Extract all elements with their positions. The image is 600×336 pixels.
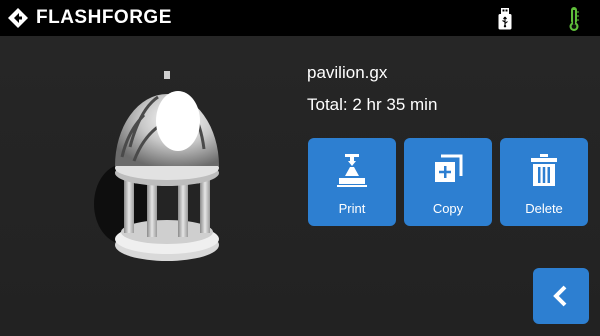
top-bar: FLASHFORGE — [0, 0, 600, 36]
print-time-total: Total: 2 hr 35 min — [307, 95, 438, 114]
copy-button[interactable]: Copy — [404, 138, 492, 226]
brand-name: FLASHFORGE — [36, 7, 172, 28]
print-icon — [337, 154, 367, 187]
copy-icon — [435, 154, 463, 182]
delete-label: Delete — [525, 201, 563, 216]
flashforge-logo-icon — [8, 8, 28, 28]
brand: FLASHFORGE — [8, 7, 172, 29]
thermometer-icon[interactable] — [568, 6, 580, 32]
printer-screen: FLASHFORGE pavilion.gx Total: 2 hr 35 mi… — [0, 0, 600, 336]
usb-drive-icon[interactable] — [498, 8, 512, 30]
back-button[interactable] — [533, 268, 589, 324]
file-name: pavilion.gx — [307, 63, 388, 82]
model-preview-image — [94, 71, 219, 261]
delete-button[interactable]: Delete — [500, 138, 588, 226]
copy-label: Copy — [432, 201, 464, 216]
trash-icon — [531, 154, 557, 186]
print-label: Print — [338, 201, 366, 216]
print-button[interactable]: Print — [308, 138, 396, 226]
chevron-left-icon — [553, 285, 567, 307]
